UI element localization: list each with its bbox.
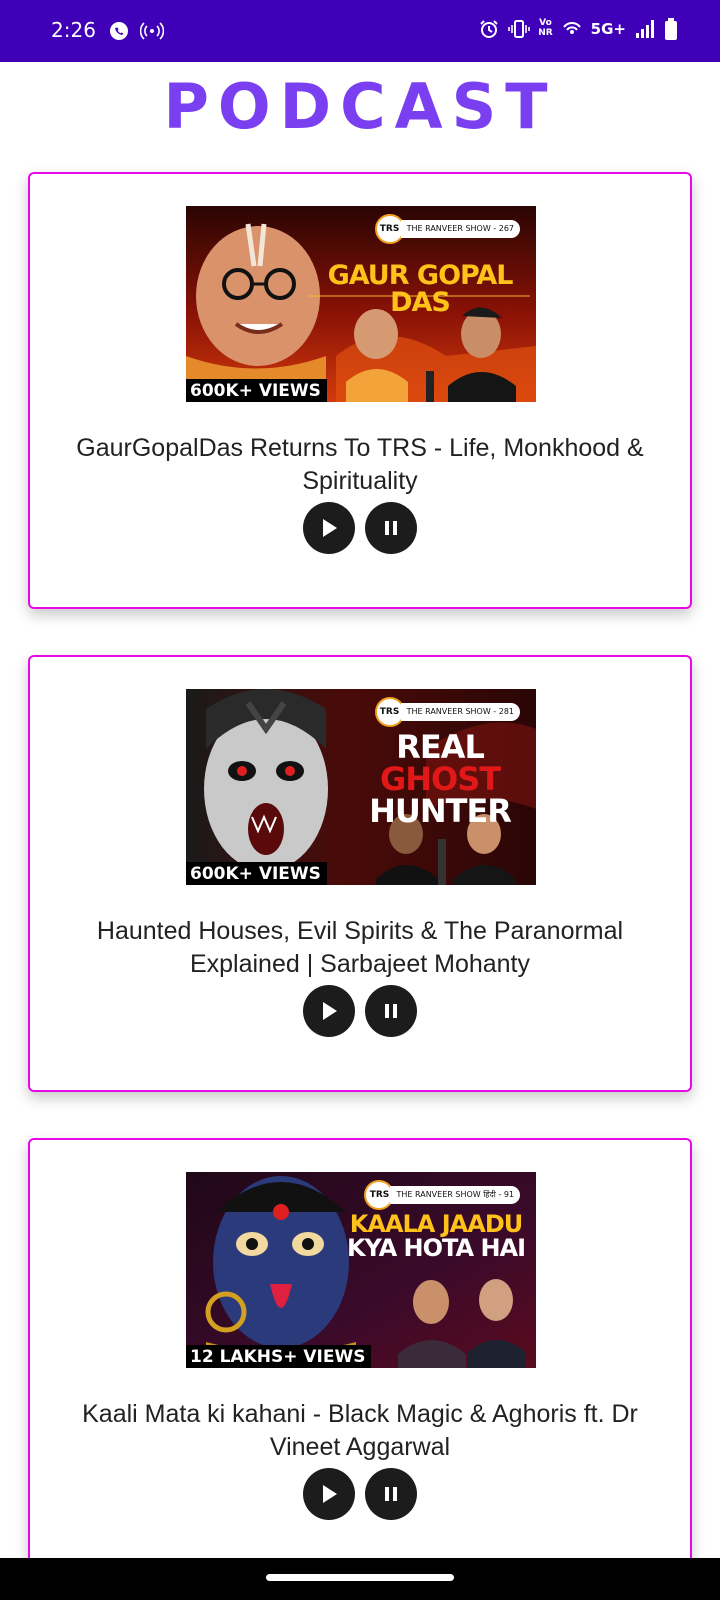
pause-button[interactable] [365, 985, 417, 1037]
show-badge: TRS THE RANVEER SHOW - 267 [374, 214, 520, 244]
podcast-title: Kaali Mata ki kahani - Black Magic & Agh… [82, 1400, 638, 1461]
play-button[interactable] [303, 985, 355, 1037]
network-type-label: 5G+ [590, 20, 626, 38]
pause-icon [385, 1004, 397, 1018]
navigation-bar [0, 1558, 720, 1600]
show-episode-label: THE RANVEER SHOW - 281 [400, 703, 520, 721]
show-badge: TRS THE RANVEER SHOW - 281 [374, 697, 520, 727]
hotspot-icon [140, 20, 164, 42]
podcast-title: Haunted Houses, Evil Spirits & The Paran… [96, 917, 624, 978]
play-icon [323, 1002, 337, 1020]
views-badge: 12 LAKHS+ VIEWS [186, 1345, 372, 1368]
play-icon [323, 1485, 337, 1503]
podcast-thumbnail[interactable]: TRS THE RANVEER SHOW - 267 GAUR GOPAL DA… [186, 206, 536, 402]
headline-word-hunter: HUNTER [369, 792, 512, 830]
volte-icon: Vo NR [538, 18, 553, 38]
podcast-card-2: TRS THE RANVEER SHOW - 281 REAL GHOST HU… [28, 655, 692, 1092]
wifi-calling-icon [561, 18, 583, 40]
podcast-card-3: TRS THE RANVEER SHOW हिंदी - 91 KAALA JA… [28, 1138, 692, 1578]
show-episode-label: THE RANVEER SHOW - 267 [400, 220, 520, 238]
play-button[interactable] [303, 1468, 355, 1520]
alarm-icon [478, 18, 500, 40]
status-time: 2:26 [51, 18, 96, 42]
podcast-card-1: TRS THE RANVEER SHOW - 267 GAUR GOPAL DA… [28, 172, 692, 609]
thumbnail-headline: GAUR GOPAL DAS [327, 260, 514, 318]
podcast-thumbnail[interactable]: TRS THE RANVEER SHOW हिंदी - 91 KAALA JA… [186, 1172, 536, 1368]
playback-controls [30, 985, 690, 1037]
thumbnail-headline: KAALA JAADU KYA HOTA HAI [336, 1212, 536, 1260]
podcast-thumbnail[interactable]: TRS THE RANVEER SHOW - 281 REAL GHOST HU… [186, 689, 536, 885]
thumbnail-headline: REAL GHOST HUNTER [344, 731, 536, 827]
play-button[interactable] [303, 502, 355, 554]
views-badge: 600K+ VIEWS [186, 379, 327, 402]
pause-icon [385, 521, 397, 535]
pause-button[interactable] [365, 1468, 417, 1520]
whatsapp-call-icon [108, 20, 130, 42]
podcast-title: GaurGopalDas Returns To TRS - Life, Monk… [76, 434, 644, 495]
home-indicator[interactable] [266, 1574, 454, 1581]
playback-controls [30, 1468, 690, 1520]
headline-line-2: KYA HOTA HAI [346, 1234, 526, 1262]
show-badge: TRS THE RANVEER SHOW हिंदी - 91 [364, 1180, 520, 1210]
pause-button[interactable] [365, 502, 417, 554]
play-icon [323, 519, 337, 537]
vibrate-icon [508, 18, 531, 40]
views-badge: 600K+ VIEWS [186, 862, 327, 885]
playback-controls [30, 502, 690, 554]
pause-icon [385, 1487, 397, 1501]
battery-icon [664, 18, 678, 40]
signal-icon [634, 18, 656, 40]
show-episode-label: THE RANVEER SHOW हिंदी - 91 [390, 1186, 520, 1204]
status-bar: 2:26 Vo NR 5G+ [0, 0, 720, 62]
page-title: PODCAST [163, 70, 557, 143]
